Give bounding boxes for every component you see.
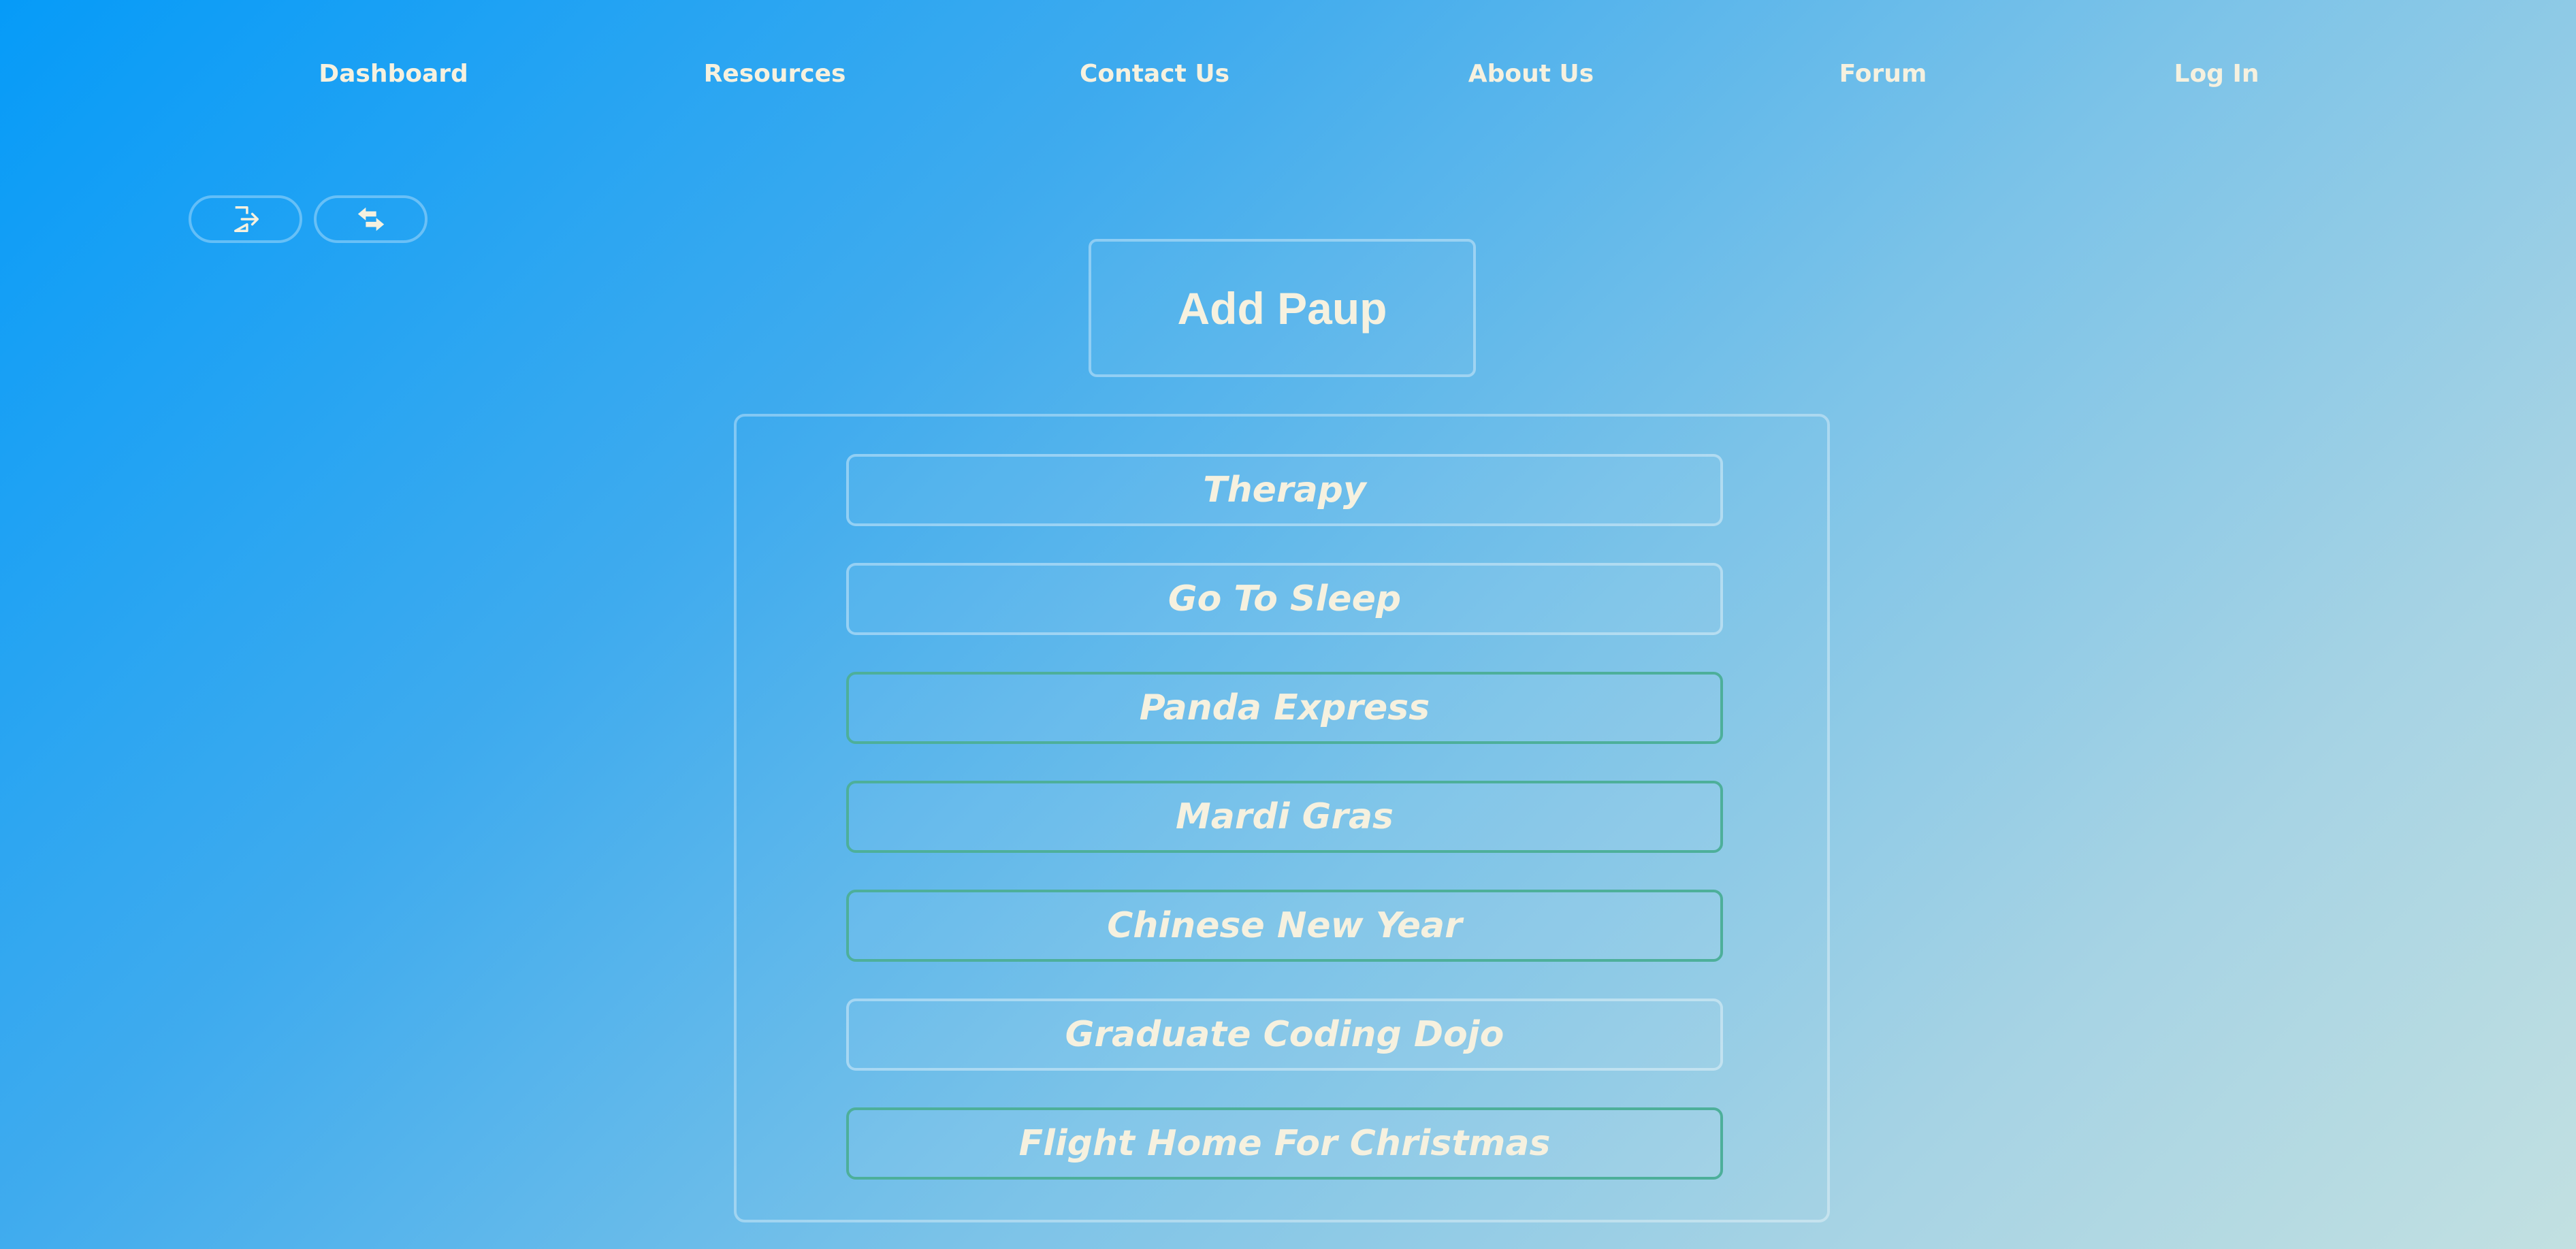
nav-resources[interactable]: Resources [704,60,846,88]
nav-forum[interactable]: Forum [1839,60,1927,88]
nav-log-in[interactable]: Log In [2174,60,2259,88]
list-item[interactable]: Graduate Coding Dojo [846,999,1723,1071]
list-item[interactable]: Go To Sleep [846,563,1723,635]
paup-list-panel: Therapy Go To Sleep Panda Express Mardi … [734,414,1830,1222]
logout-button[interactable] [189,195,302,243]
nav-dashboard[interactable]: Dashboard [319,60,468,88]
list-item[interactable]: Flight Home For Christmas [846,1107,1723,1180]
swap-button[interactable] [314,195,428,243]
add-paup-button[interactable]: Add Paup [1089,239,1476,377]
top-nav: Dashboard Resources Contact Us About Us … [0,0,2576,153]
nav-about-us[interactable]: About Us [1468,60,1594,88]
list-item[interactable]: Therapy [846,454,1723,526]
logout-icon [234,206,259,232]
list-item[interactable]: Mardi Gras [846,781,1723,853]
list-item[interactable]: Chinese New Year [846,890,1723,962]
swap-arrows-icon [357,207,384,231]
nav-contact-us[interactable]: Contact Us [1080,60,1229,88]
list-item[interactable]: Panda Express [846,672,1723,744]
